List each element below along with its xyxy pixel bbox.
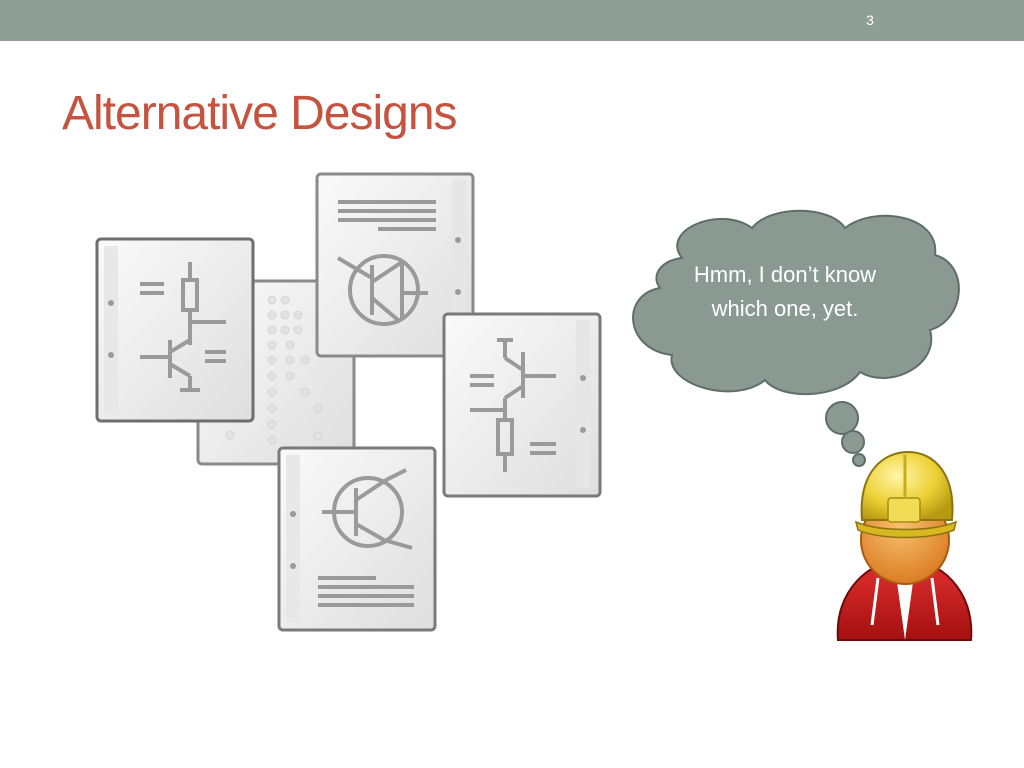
thought-bubble-text: Hmm, I don’t know which one, yet.: [693, 262, 877, 321]
transistor-document-icon: [277, 446, 437, 632]
schematic-document-icon: [95, 237, 255, 423]
engineer-with-hard-hat-icon: [836, 450, 973, 641]
slide-illustration: [95, 172, 973, 641]
schematic-document-icon: [442, 312, 602, 498]
thought-bubble-icon: [632, 209, 960, 467]
